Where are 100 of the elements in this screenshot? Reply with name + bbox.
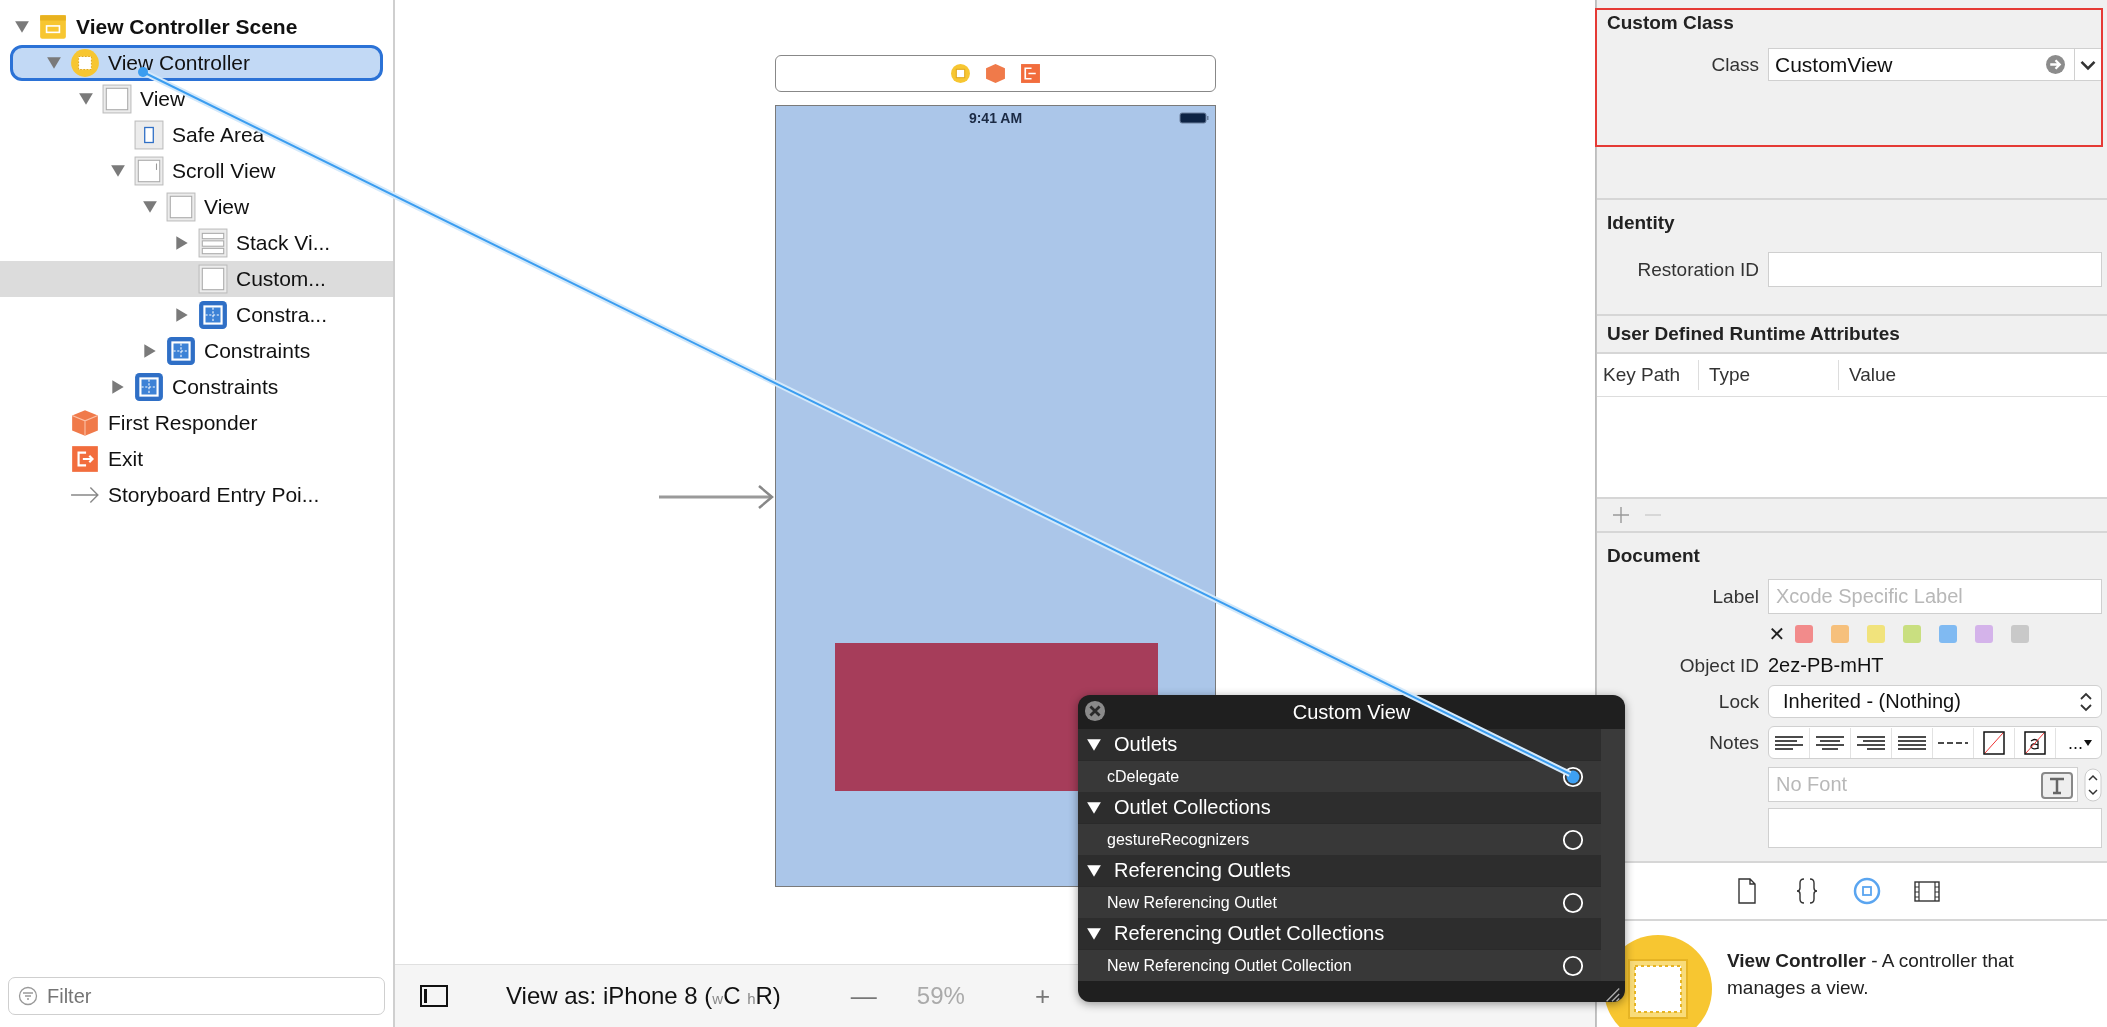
tree-item[interactable]: Scroll View [0,153,393,189]
tree-item-label: Constraints [172,375,279,399]
column-header[interactable]: Key Path [1597,360,1699,390]
tree-item-label: Safe Area [172,123,265,147]
label-color-swatch[interactable] [1903,625,1921,643]
identity-inspector-tab[interactable] [1852,876,1882,906]
tree-item[interactable]: View [0,81,393,117]
constraints-icon [198,300,228,330]
filter-field[interactable]: Filter [8,977,385,1015]
more-options-button[interactable]: ... [2056,727,2104,758]
label-color-swatch[interactable] [2011,625,2029,643]
disclosure-triangle-icon[interactable] [1086,862,1102,879]
connection-circle-icon[interactable] [1562,954,1584,977]
connection-circle-icon[interactable] [1562,765,1584,788]
lock-dropdown[interactable]: Inherited - (Nothing) [1768,685,2102,718]
tree-item-label: Constra... [236,303,328,327]
tree-item[interactable]: Custom... [0,261,393,297]
cube-icon[interactable] [985,63,1006,84]
outlet-name: New Referencing Outlet Collection [1107,956,1353,975]
connection-circle-icon[interactable] [1562,828,1584,851]
tree-item[interactable]: Constraints [0,333,393,369]
scroll-view-icon [134,156,164,186]
label-field[interactable]: Xcode Specific Label [1768,579,2102,614]
text-field[interactable] [1768,808,2102,848]
connection-circle-icon[interactable] [1562,891,1584,914]
tree-item-label: Exit [108,447,143,471]
popup-title: Custom View [1292,700,1411,724]
clear-color-button[interactable]: ✕ [1759,622,1795,646]
library-item-description: View Controller - A controller that manages a view. [1727,949,2015,1000]
zoom-out-button[interactable]: — [850,980,877,1012]
tree-item[interactable]: View [0,189,393,225]
field-label: Label [1711,585,1759,608]
label-color-swatch[interactable] [1795,625,1813,643]
exit-icon [70,444,100,474]
status-time: 9:41 AM [968,110,1023,126]
battery-icon [1179,112,1209,124]
view-controller-icon [70,48,100,78]
constraints-icon [166,336,196,366]
exit-icon[interactable] [1020,63,1041,84]
tree-item-label: View Controller [108,51,250,75]
field-label: Object ID [1678,654,1759,677]
tree-item-label: Custom... [236,267,326,291]
sidebar-toggle-icon[interactable] [420,985,448,1007]
tree-item-label: View Controller Scene [76,15,298,39]
section-title: Identity [1606,211,1676,235]
field-label: Notes [1708,731,1759,754]
section-title: Document [1606,544,1701,568]
filter-icon [18,986,38,1006]
section-title: Custom Class [1606,11,1735,35]
tree-item[interactable]: Stack Vi... [0,225,393,261]
outlet-name: cDelegate [1107,767,1181,786]
scrollbar[interactable] [1601,729,1625,981]
column-header[interactable]: Value [1839,360,1897,390]
view-icon [102,84,132,114]
constraints-icon [134,372,164,402]
tree-item-label: Storyboard Entry Poi... [108,483,320,507]
scene-icon [38,12,68,42]
tree-item[interactable]: Safe Area [0,117,393,153]
safe-area-icon [134,120,164,150]
tree-item[interactable]: Constraints [0,369,393,405]
zoom-level: 59% [916,982,965,1010]
label-color-swatch[interactable] [1939,625,1957,643]
tree-item-label: View [204,195,250,219]
tree-item-label: Constraints [204,339,311,363]
disclosure-triangle-icon[interactable] [1086,736,1102,753]
tree-item[interactable]: Constra... [0,297,393,333]
field-label: Restoration ID [1636,258,1759,281]
section-header: Outlets [1114,733,1178,756]
stepper-arrows-icon [2079,690,2093,713]
disclosure-triangle-icon[interactable] [1086,799,1102,816]
close-icon[interactable] [1084,700,1106,722]
tree-item[interactable]: First Responder [0,405,393,441]
stack-view-icon [198,228,228,258]
label-color-swatch[interactable] [1975,625,1993,643]
font-placeholder: No Font [1776,773,1849,796]
tree-item[interactable]: Exit [0,441,393,477]
zoom-in-button[interactable]: + [1034,980,1051,1012]
restoration-id-field[interactable] [1768,252,2102,287]
stepper-icon[interactable] [2084,767,2102,802]
font-icon[interactable] [2041,770,2073,799]
section-header: Referencing Outlet Collections [1114,922,1385,945]
class-value: CustomView [1774,52,1894,77]
section-header: Referencing Outlets [1114,859,1291,882]
class-field[interactable]: CustomView [1768,48,2102,81]
resize-grip-icon[interactable] [1603,985,1621,1002]
disclosure-triangle-icon[interactable] [1086,925,1102,942]
object-id-value: 2ez-PB-mHT [1768,654,1884,677]
arrow-circle-icon[interactable] [2045,54,2066,75]
column-header[interactable]: Type [1699,360,1839,390]
tree-item-label: Stack Vi... [236,231,331,255]
label-color-swatch[interactable] [1831,625,1849,643]
view-icon [166,192,196,222]
tree-item[interactable]: View Controller [10,45,383,81]
tree-item-label: First Responder [108,411,258,435]
tree-item[interactable]: View Controller Scene [0,9,393,45]
tree-item-label: View [140,87,186,111]
tree-item[interactable]: Storyboard Entry Poi... [0,477,393,513]
outlet-name: New Referencing Outlet [1107,893,1278,912]
label-color-swatch[interactable] [1867,625,1885,643]
field-label: Lock [1717,690,1759,713]
